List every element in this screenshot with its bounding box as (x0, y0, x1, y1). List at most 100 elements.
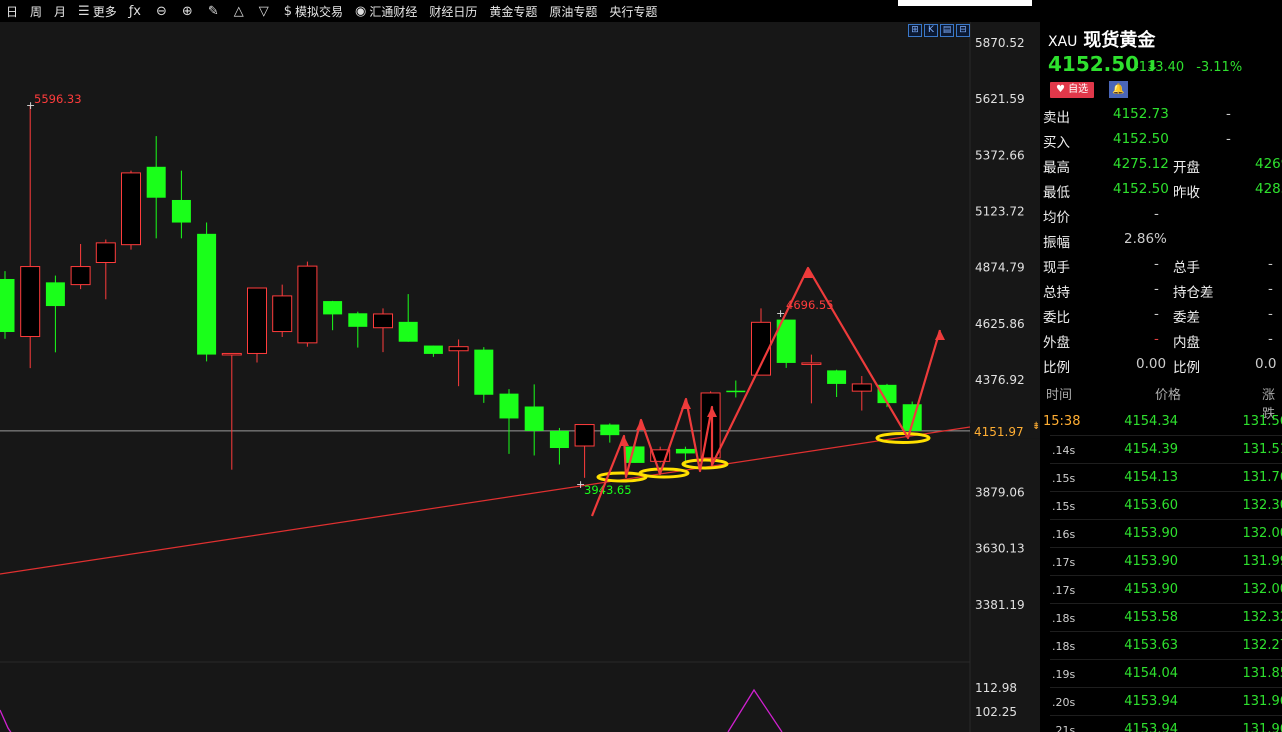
window-edge (898, 0, 1032, 6)
tick-price: 4154.39 (1124, 442, 1178, 457)
dollar-icon: $ (283, 3, 292, 19)
candle-body (524, 406, 544, 431)
y-tick-label: 5621.59 (975, 92, 1025, 106)
quote-row: 振幅 2.86% (1040, 227, 1282, 252)
quote-label-2: 总手 (1173, 260, 1200, 276)
quote-row: 总持 - 持仓差 - (1040, 277, 1282, 302)
tick-price: 4153.90 (1124, 526, 1178, 541)
layout-k-icon[interactable]: K (924, 24, 938, 37)
layout-grid-icon[interactable]: ⊞ (908, 24, 922, 37)
quote-label: 振幅 (1043, 235, 1070, 251)
quote-value: - (1154, 306, 1159, 322)
tick-change: 131.85 (1242, 666, 1282, 681)
oil-topic-button[interactable]: 原油专题 (543, 0, 603, 22)
tick-row: .17s 4153.90 132.00 (1040, 576, 1282, 604)
calendar-label: 财经日历 (429, 4, 478, 19)
function-icon: ƒx (128, 3, 141, 19)
arrow-head (636, 420, 646, 430)
period-month-tab[interactable]: 月 (48, 0, 72, 22)
sub-y-tick-label: 112.98 (975, 681, 1017, 695)
simulated-trade-button[interactable]: $ 模拟交易 (278, 0, 349, 22)
draw-shape-button[interactable]: △ (228, 0, 253, 22)
candle-body (600, 424, 620, 436)
y-tick-label: 3879.06 (975, 485, 1025, 499)
candle-body (121, 172, 141, 246)
period-week-label: 周 (30, 4, 43, 19)
quote-value: 4152.50 (1113, 131, 1169, 147)
tick-time: .20s (1052, 696, 1076, 709)
change-value: -133.40 (1134, 60, 1185, 75)
symbol-title: XAU 现货黄金 (1048, 26, 1155, 52)
header-price: 价格 (1155, 388, 1182, 403)
central-bank-topic-button[interactable]: 央行专题 (603, 0, 663, 22)
quote-value-2: 4285.9 (1255, 181, 1282, 197)
tick-change: 131.51 (1242, 442, 1282, 457)
candle-body (95, 242, 116, 263)
pen-icon: ✎ (207, 3, 219, 19)
simulated-trade-label: 模拟交易 (295, 4, 344, 19)
quote-label: 最高 (1043, 160, 1070, 176)
y-tick-label: 5372.66 (975, 148, 1025, 162)
chart-layout-buttons: ⊞ K ▤ ⊟ (908, 24, 970, 37)
quote-row: 卖出 4152.73 - (1040, 102, 1282, 127)
tick-price: 4153.58 (1124, 610, 1178, 625)
tick-row: .14s 4154.39 131.51 (1040, 436, 1282, 464)
tick-time: .16s (1052, 528, 1076, 541)
quote-value-2: - (1226, 131, 1231, 147)
zoom-out-button[interactable]: ⊖ (150, 0, 176, 22)
y-tick-label: 5123.72 (975, 205, 1025, 219)
candle-body (827, 370, 847, 384)
tick-price: 4153.94 (1124, 722, 1178, 732)
y-tick-label: 4376.92 (975, 373, 1025, 387)
quote-label-2: 开盘 (1173, 160, 1200, 176)
tick-time: .19s (1052, 668, 1076, 681)
tick-table-header: 时间 价格 涨跌 (1040, 384, 1282, 422)
draw-pen-button[interactable]: ✎ (202, 0, 228, 22)
quote-value: - (1154, 206, 1159, 222)
more-menu[interactable]: ☰ 更多 (72, 0, 123, 22)
tick-price: 4153.60 (1124, 498, 1178, 513)
period-day-tab[interactable]: 日 (0, 0, 24, 22)
quote-label: 委比 (1043, 310, 1070, 326)
period-week-tab[interactable]: 周 (24, 0, 48, 22)
tick-row: .15s 4154.13 131.76 (1040, 464, 1282, 492)
quote-label: 现手 (1043, 260, 1070, 276)
tick-time: 15:38 (1043, 414, 1081, 429)
period-day-label: 日 (6, 4, 19, 19)
tick-time: .17s (1052, 584, 1076, 597)
alert-bell-button[interactable]: 🔔 (1109, 81, 1128, 98)
fx678-news-button[interactable]: ◉ 汇通财经 (349, 0, 423, 22)
indicator-button[interactable]: ƒx (123, 0, 150, 22)
indicator-line (0, 709, 12, 732)
tick-change: 131.96 (1242, 694, 1282, 709)
tick-time: .17s (1052, 556, 1076, 569)
candlestick-chart[interactable]: 5870.52 5621.59 5372.66 5123.72 4874.79 4625.… (0, 22, 1040, 732)
add-favorite-button[interactable]: ♥ 自选 (1050, 82, 1095, 98)
candle-body (474, 349, 494, 395)
layout-chart-icon[interactable]: ▤ (940, 24, 954, 37)
draw-tool-button[interactable]: ▽ (253, 0, 278, 22)
zoom-in-button[interactable]: ⊕ (176, 0, 202, 22)
tick-price: 4154.34 (1124, 414, 1178, 429)
candle-body (221, 352, 242, 356)
current-price-label: 4151.97 (974, 425, 1024, 439)
quote-row: 委比 - 委差 - (1040, 302, 1282, 327)
tick-row: .17s 4153.90 131.99 (1040, 548, 1282, 576)
quote-row: 买入 4152.50 - (1040, 127, 1282, 152)
quote-label: 总持 (1043, 285, 1070, 301)
calendar-button[interactable]: 财经日历 (423, 0, 483, 22)
candle-body (851, 383, 872, 392)
zoom-out-icon: ⊖ (156, 3, 167, 19)
header-time: 时间 (1046, 388, 1073, 403)
candle-body (726, 390, 746, 393)
quote-label-2: 内盘 (1173, 335, 1200, 351)
gold-topic-button[interactable]: 黄金专题 (483, 0, 543, 22)
candle-body (448, 346, 469, 352)
favorite-label: 自选 (1068, 84, 1089, 95)
tick-price: 4153.94 (1124, 694, 1178, 709)
quote-value: 4275.12 (1113, 156, 1169, 172)
candle-body (423, 345, 443, 354)
candle-body (197, 233, 217, 355)
layout-full-icon[interactable]: ⊟ (956, 24, 970, 37)
candle-body (348, 313, 368, 327)
